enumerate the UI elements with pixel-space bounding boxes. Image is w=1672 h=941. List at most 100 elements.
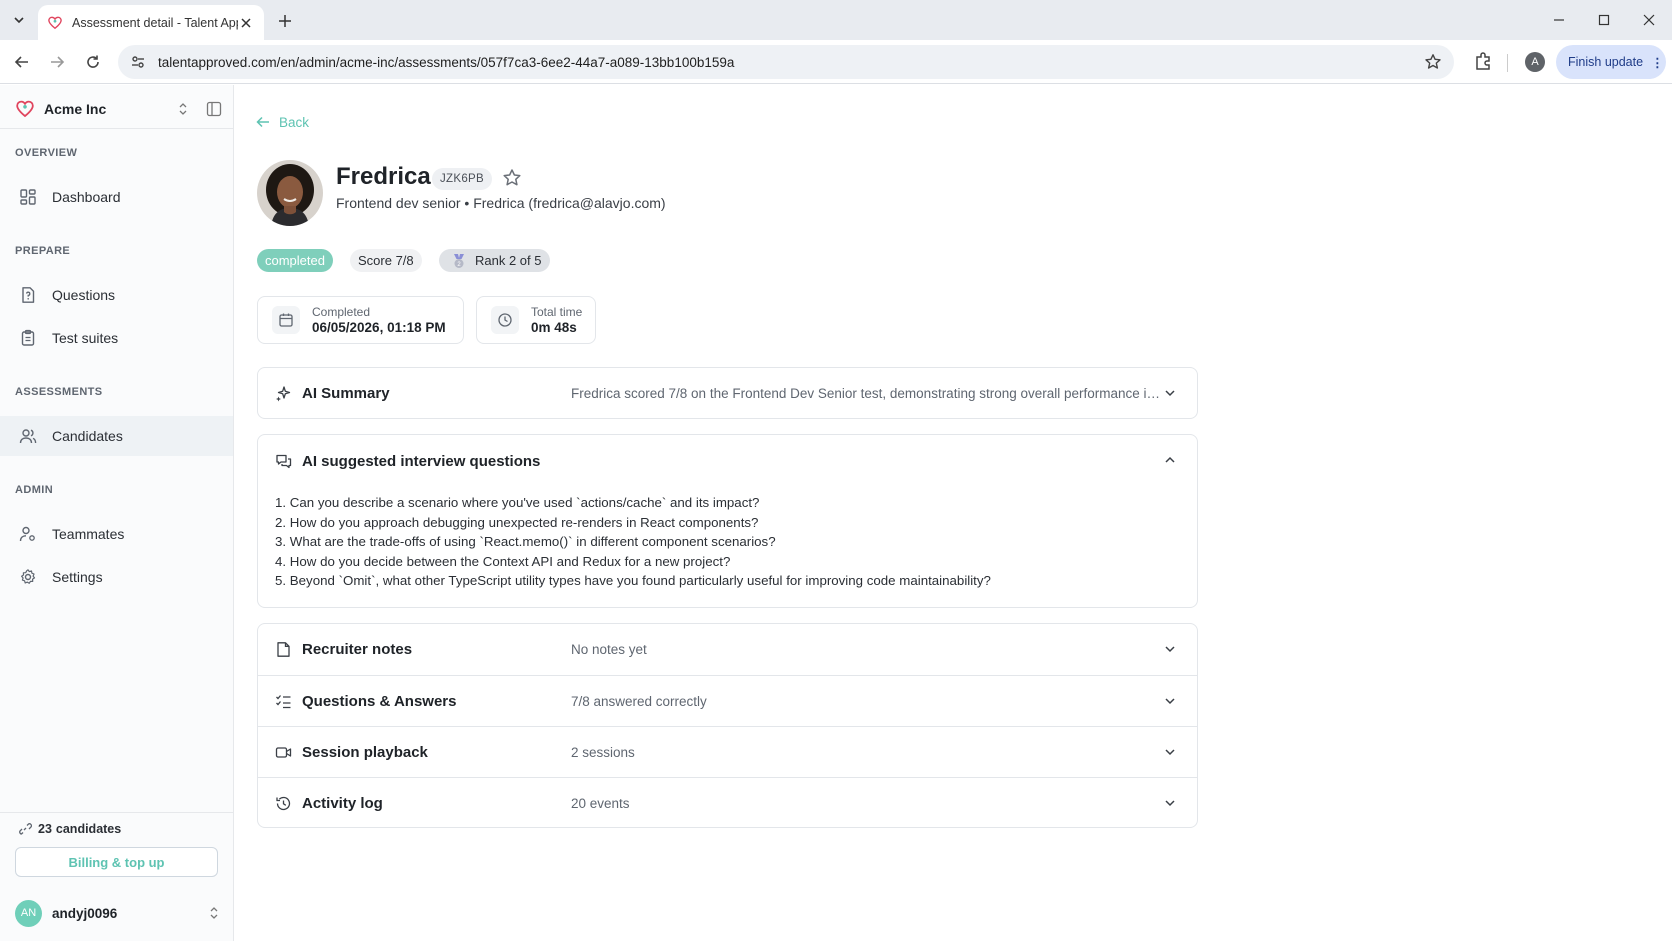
org-switcher[interactable]: Acme Inc: [16, 97, 222, 121]
back-link[interactable]: Back: [255, 114, 309, 130]
sidebar-item-label: Dashboard: [52, 189, 121, 205]
finish-update-button[interactable]: Finish update ⋮: [1556, 45, 1666, 79]
reload-icon[interactable]: [82, 51, 104, 73]
chevron-down-icon: [1165, 646, 1175, 653]
chevron-down-icon: [1165, 800, 1175, 807]
sidebar-item-settings[interactable]: Settings: [0, 557, 233, 597]
profile-avatar[interactable]: A: [1525, 52, 1545, 72]
rank-label: Rank 2 of 5: [475, 253, 542, 268]
total-time-card: Total time 0m 48s: [476, 296, 596, 344]
site-settings-icon[interactable]: [130, 54, 146, 70]
note-icon: [277, 642, 290, 657]
close-tab-icon[interactable]: [238, 15, 254, 31]
section-overview: OVERVIEW: [15, 147, 78, 159]
question-file-icon: [22, 287, 35, 303]
list-item: 3. What are the trade-offs of using `Rea…: [275, 534, 776, 549]
interview-questions-list: 1. Can you describe a scenario where you…: [258, 487, 1197, 605]
dashboard-icon: [20, 189, 36, 205]
org-logo-icon: [16, 100, 34, 118]
link-icon: [19, 823, 32, 835]
ai-summary-title: AI Summary: [302, 384, 390, 402]
org-name: Acme Inc: [44, 101, 107, 117]
maximize-icon[interactable]: [1593, 10, 1615, 30]
tab-search-icon[interactable]: [8, 9, 30, 31]
list-item: 2. How do you approach debugging unexpec…: [275, 514, 759, 530]
list-item: 1. Can you describe a scenario where you…: [275, 495, 760, 510]
address-bar[interactable]: talentapproved.com/en/admin/acme-inc/ass…: [118, 45, 1454, 79]
ai-questions-title: AI suggested interview questions: [302, 452, 541, 470]
user-menu[interactable]: AN andyj0096: [15, 898, 221, 928]
sidebar-item-label: Questions: [52, 287, 116, 303]
new-tab-icon[interactable]: [274, 10, 296, 32]
activity-log-row[interactable]: Activity log 20 events: [258, 778, 1197, 829]
sidebar-item-label: Settings: [52, 569, 103, 585]
avatar: AN: [15, 899, 42, 927]
close-window-icon[interactable]: [1638, 10, 1660, 30]
favorite-star-icon[interactable]: [502, 168, 522, 188]
browser-toolbar: talentapproved.com/en/admin/acme-inc/ass…: [0, 40, 1672, 84]
checklist-icon: [276, 694, 291, 708]
completed-label: Completed: [312, 304, 371, 319]
medal-icon: 2: [454, 253, 464, 268]
candidate-code-badge: JZK6PB: [432, 168, 492, 190]
session-playback-summary: 2 sessions: [571, 744, 635, 760]
forward-arrow-icon[interactable]: [46, 51, 68, 73]
chevron-down-icon: [1165, 390, 1175, 397]
back-arrow-icon[interactable]: [11, 51, 33, 73]
recruiter-notes-summary: No notes yet: [571, 642, 647, 657]
clock-icon: [491, 306, 519, 334]
total-time-value: 0m 48s: [531, 319, 577, 335]
candidate-credits: 23 candidates: [18, 822, 125, 836]
tab-title: Assessment detail - Talent Approved: [72, 15, 238, 30]
session-playback-title: Session playback: [302, 743, 428, 761]
sidebar-item-label: Candidates: [52, 428, 123, 444]
browser-tab[interactable]: Assessment detail - Talent Approved: [38, 5, 264, 40]
video-icon: [275, 746, 292, 758]
status-badge: completed: [257, 249, 333, 272]
session-playback-row[interactable]: Session playback 2 sessions: [258, 727, 1197, 777]
sidebar-item-dashboard[interactable]: Dashboard: [0, 177, 233, 217]
recruiter-notes-title: Recruiter notes: [302, 641, 413, 658]
activity-log-summary: 20 events: [571, 796, 630, 811]
url-text: talentapproved.com/en/admin/acme-inc/ass…: [158, 54, 735, 70]
billing-topup-button[interactable]: Billing & top up: [15, 847, 218, 877]
rank-badge: 2 Rank 2 of 5: [439, 249, 550, 272]
candidate-count-value: 23: [38, 822, 52, 836]
completed-value: 06/05/2026, 01:18 PM: [312, 319, 446, 335]
favicon-icon: [48, 16, 62, 29]
sidebar-toggle-icon[interactable]: [206, 101, 222, 117]
minimize-icon[interactable]: [1548, 10, 1570, 30]
back-label: Back: [279, 114, 310, 130]
chevron-down-icon: [1165, 698, 1175, 705]
user-cog-icon: [19, 526, 35, 542]
recruiter-notes-row[interactable]: Recruiter notes No notes yet: [258, 624, 1197, 675]
candidate-subtitle: Frontend dev senior • Fredrica (fredrica…: [336, 195, 666, 211]
browser-tab-bar: Assessment detail - Talent Approved: [0, 0, 1672, 40]
clipboard-icon: [21, 329, 35, 346]
sidebar-item-candidates[interactable]: Candidates: [0, 416, 233, 456]
completed-card: Completed 06/05/2026, 01:18 PM: [257, 296, 464, 344]
extensions-icon[interactable]: [1472, 51, 1494, 73]
list-item: 5. Beyond `Omit`, what other TypeScript …: [275, 573, 991, 588]
chat-bubbles-icon: [276, 454, 292, 468]
chevron-up-down-icon: [210, 907, 218, 919]
section-assessments: ASSESSMENTS: [15, 386, 103, 398]
sidebar-item-questions[interactable]: Questions: [0, 275, 233, 315]
candidate-name: Fredrica: [336, 163, 431, 190]
more-menu-icon: ⋮: [1651, 55, 1664, 70]
finish-update-label: Finish update: [1568, 55, 1644, 69]
toolbar-divider: [1507, 54, 1508, 72]
history-icon: [276, 796, 291, 811]
bookmark-star-icon[interactable]: [1424, 53, 1442, 71]
candidate-count-label: candidates: [55, 822, 122, 836]
candidate-photo: [257, 160, 323, 226]
ai-summary-header[interactable]: AI Summary Fredrica scored 7/8 on the Fr…: [258, 368, 1197, 418]
ai-questions-panel: AI suggested interview questions 1. Can …: [257, 434, 1198, 608]
ai-summary-text: Fredrica scored 7/8 on the Frontend Dev …: [571, 385, 1166, 401]
sidebar-item-teammates[interactable]: Teammates: [0, 514, 233, 554]
questions-answers-row[interactable]: Questions & Answers 7/8 answered correct…: [258, 676, 1197, 726]
calendar-icon: [272, 306, 300, 334]
sidebar-item-test-suites[interactable]: Test suites: [0, 318, 233, 358]
ai-questions-header[interactable]: AI suggested interview questions: [258, 435, 1197, 487]
sidebar-divider: [0, 128, 233, 129]
